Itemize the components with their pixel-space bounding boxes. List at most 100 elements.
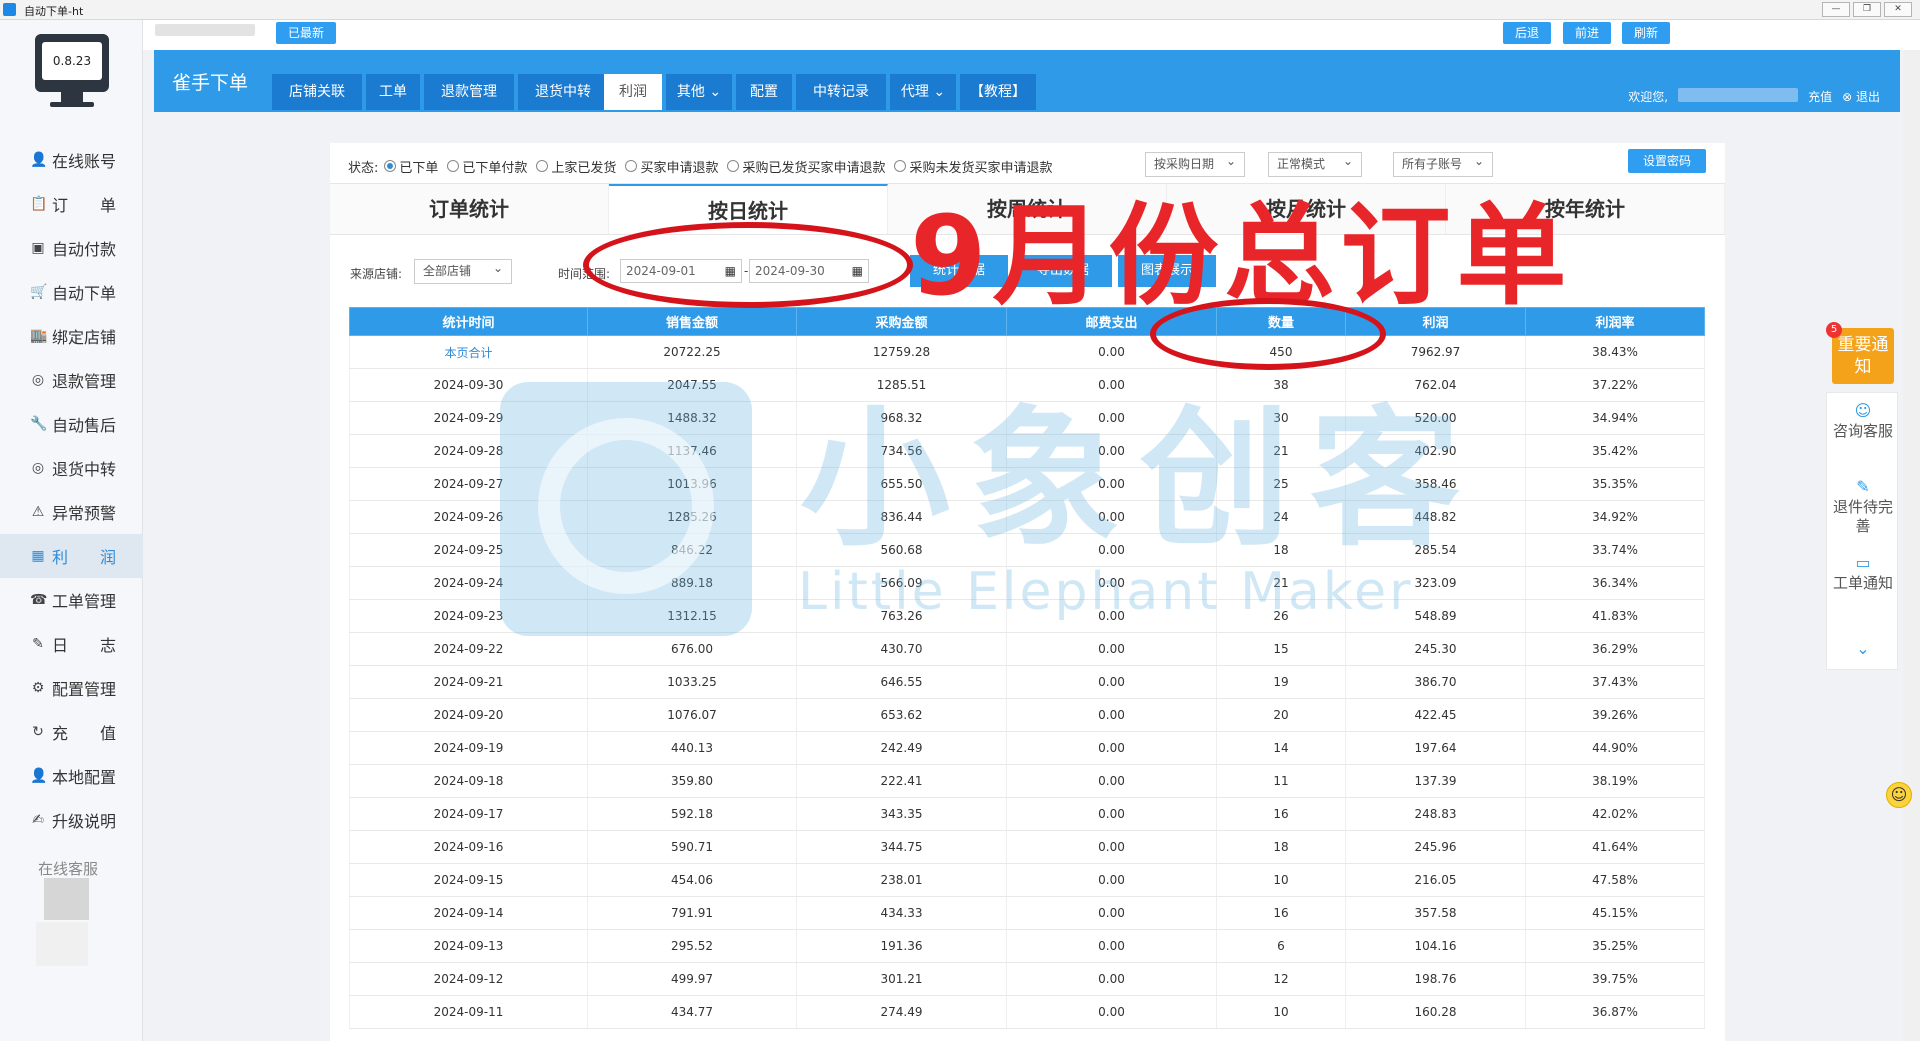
table-cell: 197.64	[1345, 731, 1526, 765]
table-cell: 2024-09-14	[349, 896, 588, 930]
important-notice-button[interactable]: 5 重要通知	[1826, 322, 1894, 384]
sidebar-item-refund[interactable]: ◎ 退款管理	[0, 358, 143, 402]
tab-agent[interactable]: 代理 ⌄	[890, 74, 956, 110]
radio-supplier-shipped[interactable]: 上家已发货	[536, 157, 616, 176]
col-stat-time[interactable]: 统计时间	[349, 307, 588, 336]
back-button[interactable]: 后退	[1503, 22, 1551, 44]
shop-label: 来源店铺:	[350, 267, 403, 281]
sub-account-select[interactable]: 所有子账号	[1393, 150, 1493, 177]
table-cell: 430.70	[796, 632, 1007, 666]
refresh-button[interactable]: 刷新	[1622, 22, 1670, 44]
local-config-icon: 👤	[30, 768, 48, 784]
page-scrollbar[interactable]	[1903, 50, 1920, 1041]
tab-profit[interactable]: 利润	[604, 74, 662, 110]
consult-cs-button[interactable]: ☺ 咨询客服	[1827, 401, 1899, 441]
table-cell: 653.62	[796, 698, 1007, 732]
tab-other[interactable]: 其他 ⌄	[666, 74, 732, 110]
table-cell: 434.77	[587, 995, 797, 1029]
shop-select[interactable]: 全部店铺	[414, 257, 512, 284]
table-cell: 343.35	[796, 797, 1007, 831]
tab-tutorial[interactable]: 【教程】	[960, 74, 1036, 110]
mode-select[interactable]: 正常模式	[1268, 150, 1362, 177]
app-icon	[3, 3, 16, 16]
table-cell: 6	[1216, 929, 1346, 963]
sidebar-item-card[interactable]: ▣ 自动付款	[0, 226, 143, 270]
sidebar-item-store[interactable]: 🏬 绑定店铺	[0, 314, 143, 358]
monitor-base	[50, 102, 94, 107]
table-cell: 0.00	[1006, 896, 1217, 930]
radio-dot	[384, 160, 397, 172]
sidebar-item-profit[interactable]: ▦ 利 润	[0, 534, 143, 578]
redacted-text	[155, 24, 255, 36]
table-cell: 0.00	[1006, 929, 1217, 963]
forward-button[interactable]: 前进	[1563, 22, 1611, 44]
table-cell: 0.00	[1006, 731, 1217, 765]
radio-ordered-paid[interactable]: 已下单付款	[447, 157, 527, 176]
table-cell: 39.75%	[1525, 962, 1705, 996]
close-button[interactable]: ✕	[1884, 2, 1912, 17]
table-cell: 37.22%	[1525, 368, 1705, 402]
table-cell: 104.16	[1345, 929, 1526, 963]
return-pending-button[interactable]: ✎ 退件待完善	[1827, 477, 1899, 536]
notice-badge: 5	[1826, 322, 1842, 338]
already-latest-button[interactable]: 已最新	[276, 22, 336, 44]
table-cell: 16	[1216, 797, 1346, 831]
watermark-text: 小象创客	[800, 393, 1481, 567]
radio-buyer-refund[interactable]: 买家申请退款	[625, 157, 718, 176]
tab-return-transfer[interactable]: 退货中转	[518, 74, 608, 110]
tab-transfer-records[interactable]: 中转记录	[796, 74, 886, 110]
sidebar-item-user-plus[interactable]: 👤 在线账号	[0, 138, 143, 182]
sidebar-item-cart[interactable]: 🛒 自动下单	[0, 270, 143, 314]
consult-cs-label: 咨询客服	[1832, 422, 1893, 440]
cs-qrcode[interactable]	[44, 878, 89, 920]
table-row: 2024-09-21 1033.25 646.55 0.00 19 386.70 37.43…	[349, 665, 1705, 699]
sidebar-item-warning[interactable]: ⚠ 异常预警	[0, 490, 143, 534]
table-cell: 198.76	[1345, 962, 1526, 996]
recharge-link[interactable]: 充值	[1808, 88, 1832, 105]
set-password-button[interactable]: 设置密码	[1628, 149, 1706, 173]
minimize-button[interactable]: —	[1822, 2, 1850, 17]
window-titlebar: 自动下单-ht — ❐ ✕	[0, 0, 1920, 20]
radio-unshipped-refund[interactable]: 采购未发货买家申请退款	[894, 157, 1052, 176]
sidebar-item-local-config[interactable]: 👤 本地配置	[0, 754, 143, 798]
message-icon: ▭	[1855, 553, 1871, 572]
table-cell: 646.55	[796, 665, 1007, 699]
sidebar-item-ticket[interactable]: ☎ 工单管理	[0, 578, 143, 622]
table-cell: 791.91	[587, 896, 797, 930]
tab-shop-link[interactable]: 店铺关联	[272, 74, 362, 110]
sidebar-item-upgrade[interactable]: ✍ 升级说明	[0, 798, 143, 842]
tab-config[interactable]: 配置	[736, 74, 792, 110]
sidebar-item-aftersale[interactable]: 🔧 自动售后	[0, 402, 143, 446]
sidebar-item-pen[interactable]: ✎ 日 志	[0, 622, 143, 666]
sidebar-item-clipboard[interactable]: 📋 订 单	[0, 182, 143, 226]
ticket-notice-button[interactable]: ▭ 工单通知	[1827, 553, 1899, 593]
tab-refund[interactable]: 退款管理	[424, 74, 514, 110]
logout-label: 退出	[1855, 90, 1880, 104]
table-cell: 41.64%	[1525, 830, 1705, 864]
sidebar-item-return[interactable]: ◎ 退货中转	[0, 446, 143, 490]
sidebar-item-gear[interactable]: ⚙ 配置管理	[0, 666, 143, 710]
window-title: 自动下单-ht	[24, 5, 84, 18]
pen-icon: ✎	[32, 636, 44, 652]
date-type-select[interactable]: 按采购日期	[1145, 150, 1245, 177]
table-row: 2024-09-22 676.00 430.70 0.00 15 245.30 36.29%	[349, 632, 1705, 666]
tab-ticket[interactable]: 工单	[366, 74, 420, 110]
logout-link[interactable]: ⊗ 退出	[1842, 88, 1880, 105]
table-cell: 47.58%	[1525, 863, 1705, 897]
table-cell: 245.96	[1345, 830, 1526, 864]
elephant-logo-watermark	[500, 382, 752, 636]
radio-ordered[interactable]: 已下单	[384, 157, 438, 176]
sidebar-item-recharge[interactable]: ↻ 充 值	[0, 710, 143, 754]
sidebar-item-label: 自动下单	[52, 284, 117, 303]
maximize-button[interactable]: ❐	[1853, 2, 1881, 17]
tab-order-stats[interactable]: 订单统计	[330, 184, 609, 234]
radio-shipped-refund[interactable]: 采购已发货买家申请退款	[727, 157, 885, 176]
edit-icon: ✎	[1856, 477, 1870, 496]
table-cell: 137.39	[1345, 764, 1526, 798]
sidebar-item-label: 本地配置	[52, 768, 117, 787]
col-sales[interactable]: 销售金额	[587, 307, 797, 336]
smiley-icon[interactable]: ☺	[1886, 782, 1912, 808]
sidebar-item-label: 工单管理	[52, 592, 117, 611]
collapse-button[interactable]: ⌄	[1827, 639, 1899, 660]
sidebar-item-label: 充 值	[52, 724, 117, 743]
